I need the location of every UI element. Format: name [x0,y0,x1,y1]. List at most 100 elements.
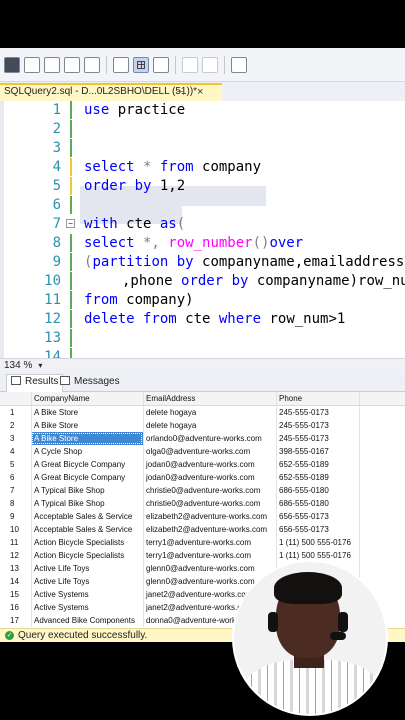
company-name-cell[interactable]: A Bike Store [31,419,143,432]
email-address-cell[interactable]: orlando0@adventure-works.com [143,432,276,445]
code-text: row_num>1 [261,311,346,327]
success-icon: ✓ [5,631,14,640]
tab-messages[interactable]: Messages [60,375,120,389]
phone-cell[interactable]: 686-555-0180 [276,484,360,497]
query-editor[interactable]: 1 use practice 2 3 4 select * from compa… [0,101,405,358]
row-number[interactable]: 17 [0,614,30,627]
company-name-cell[interactable]: Action Bicycle Specialists [31,536,143,549]
column-header[interactable]: EmailAddress [143,392,276,405]
zoom-dropdown[interactable]: 134 % ▾ [4,359,42,373]
email-address-cell[interactable]: glenn0@adventure-works.com [143,562,276,575]
code-text: cte [176,311,219,327]
phone-cell[interactable]: 245-555-0173 [276,406,360,419]
company-name-cell[interactable]: Action Bicycle Specialists [31,549,143,562]
close-icon[interactable]: × [197,85,203,99]
email-address-cell[interactable]: christie0@adventure-works.com [143,497,276,510]
company-name-cell[interactable]: A Typical Bike Shop [31,484,143,497]
email-address-cell[interactable]: delete hogaya [143,406,276,419]
tab-sqlquery2[interactable]: SQLQuery2.sql - D...0L2SBHO\DELL (51))* … [0,83,222,101]
email-address-cell[interactable]: terry1@adventure-works.com [143,549,276,562]
company-name-cell[interactable]: Active Life Toys [31,562,143,575]
phone-cell[interactable]: 1 (11) 500 555-0176 [276,536,360,549]
email-address-cell[interactable]: christie0@adventure-works.com [143,484,276,497]
email-address-cell[interactable]: terry1@adventure-works.com [143,536,276,549]
phone-cell[interactable]: 245-555-0173 [276,432,360,445]
table-row[interactable]: 4A Cycle Shop olga0@adventure-works.com 39… [0,445,405,458]
phone-cell[interactable]: 686-555-0180 [276,497,360,510]
row-number[interactable]: 5 [0,458,30,471]
company-name-cell[interactable]: A Great Bicycle Company [31,471,143,484]
column-header[interactable]: Phone [276,392,360,405]
table-row[interactable]: 6A Great Bicycle Company jodan0@adventure… [0,471,405,484]
row-number[interactable]: 1 [0,406,30,419]
company-name-cell[interactable]: A Bike Store [31,406,143,419]
email-address-cell[interactable]: jodan0@adventure-works.com [143,458,276,471]
unindent-icon[interactable] [202,56,218,73]
table-row[interactable]: 12 Action Bicycle Specialists terry1@adven… [0,549,405,562]
table-row[interactable]: 5A Great Bicycle Company jodan0@adventure… [0,458,405,471]
row-number[interactable]: 16 [0,601,30,614]
table-row[interactable]: 8A Typical Bike Shop christie0@adventure-… [0,497,405,510]
tab-results[interactable]: Results [6,374,64,392]
company-name-cell[interactable]: Acceptable Sales & Service [31,510,143,523]
row-number[interactable]: 14 [0,575,30,588]
comment-icon[interactable] [24,56,40,73]
phone-cell[interactable]: 245-555-0173 [276,419,360,432]
row-number[interactable]: 4 [0,445,30,458]
company-name-cell[interactable]: Advanced Bike Components [31,614,143,627]
email-address-cell[interactable]: elizabeth2@adventure-works.com [143,523,276,536]
company-name-cell[interactable]: Active Systems [31,588,143,601]
row-number[interactable]: 8 [0,497,30,510]
row-number[interactable]: 3 [0,432,30,445]
results-to-text-icon[interactable] [113,56,129,73]
indent-icon[interactable] [182,56,198,73]
row-number[interactable]: 12 [0,549,30,562]
company-name-cell[interactable]: Active Life Toys [31,575,143,588]
email-address-cell[interactable]: olga0@adventure-works.com [143,445,276,458]
row-number[interactable]: 15 [0,588,30,601]
email-address-cell[interactable]: jodan0@adventure-works.com [143,471,276,484]
row-number[interactable]: 6 [0,471,30,484]
table-row[interactable]: 7A Typical Bike Shop christie0@adventure-… [0,484,405,497]
code-text: company [193,159,262,175]
results-to-grid-icon[interactable] [133,56,149,73]
company-name-cell[interactable]: Active Systems [31,601,143,614]
row-number[interactable]: 7 [0,484,30,497]
company-name-cell[interactable]: Acceptable Sales & Service [31,523,143,536]
company-name-cell[interactable]: A Typical Bike Shop [31,497,143,510]
line-number: 14 [44,349,61,358]
table-row[interactable]: 3A Bike Store orlando0@adventure-works.co… [0,432,405,445]
code-text: cte [117,216,160,232]
row-number[interactable]: 10 [0,523,30,536]
table-row[interactable]: 1A Bike Store delete hogaya 245-555-0173 [0,406,405,419]
uncomment-icon[interactable] [44,56,60,73]
company-name-cell[interactable]: A Great Bicycle Company [31,458,143,471]
keyword: where [218,311,262,327]
results-to-file-icon[interactable] [153,56,169,73]
row-number[interactable]: 13 [0,562,30,575]
row-number[interactable]: 11 [0,536,30,549]
fold-toggle-icon[interactable]: − [66,219,75,228]
phone-cell[interactable]: 656-555-0173 [276,510,360,523]
include-plan-icon[interactable] [84,56,100,73]
phone-cell[interactable]: 652-555-0189 [276,458,360,471]
outdent-icon[interactable] [4,56,20,73]
messages-icon [60,376,70,385]
email-address-cell[interactable]: elizabeth2@adventure-works.com [143,510,276,523]
company-name-cell[interactable]: A Cycle Shop [31,445,143,458]
table-row[interactable]: 10 Acceptable Sales & Service elizabeth2@a… [0,523,405,536]
company-name-cell[interactable]: A Bike Store [31,432,143,445]
table-row[interactable]: 2A Bike Store delete hogaya 245-555-0173 [0,419,405,432]
row-number[interactable]: 2 [0,419,30,432]
specify-values-icon[interactable] [231,56,247,73]
pin-icon[interactable]: ⊣ [176,86,185,100]
column-header[interactable]: CompanyName [31,392,143,405]
table-row[interactable]: 9 Acceptable Sales & Service elizabeth2@ad… [0,510,405,523]
query-options-icon[interactable] [64,56,80,73]
table-row[interactable]: 11 Action Bicycle Specialists terry1@adven… [0,536,405,549]
phone-cell[interactable]: 656-555-0173 [276,523,360,536]
row-number[interactable]: 9 [0,510,30,523]
phone-cell[interactable]: 398-555-0167 [276,445,360,458]
phone-cell[interactable]: 652-555-0189 [276,471,360,484]
email-address-cell[interactable]: delete hogaya [143,419,276,432]
